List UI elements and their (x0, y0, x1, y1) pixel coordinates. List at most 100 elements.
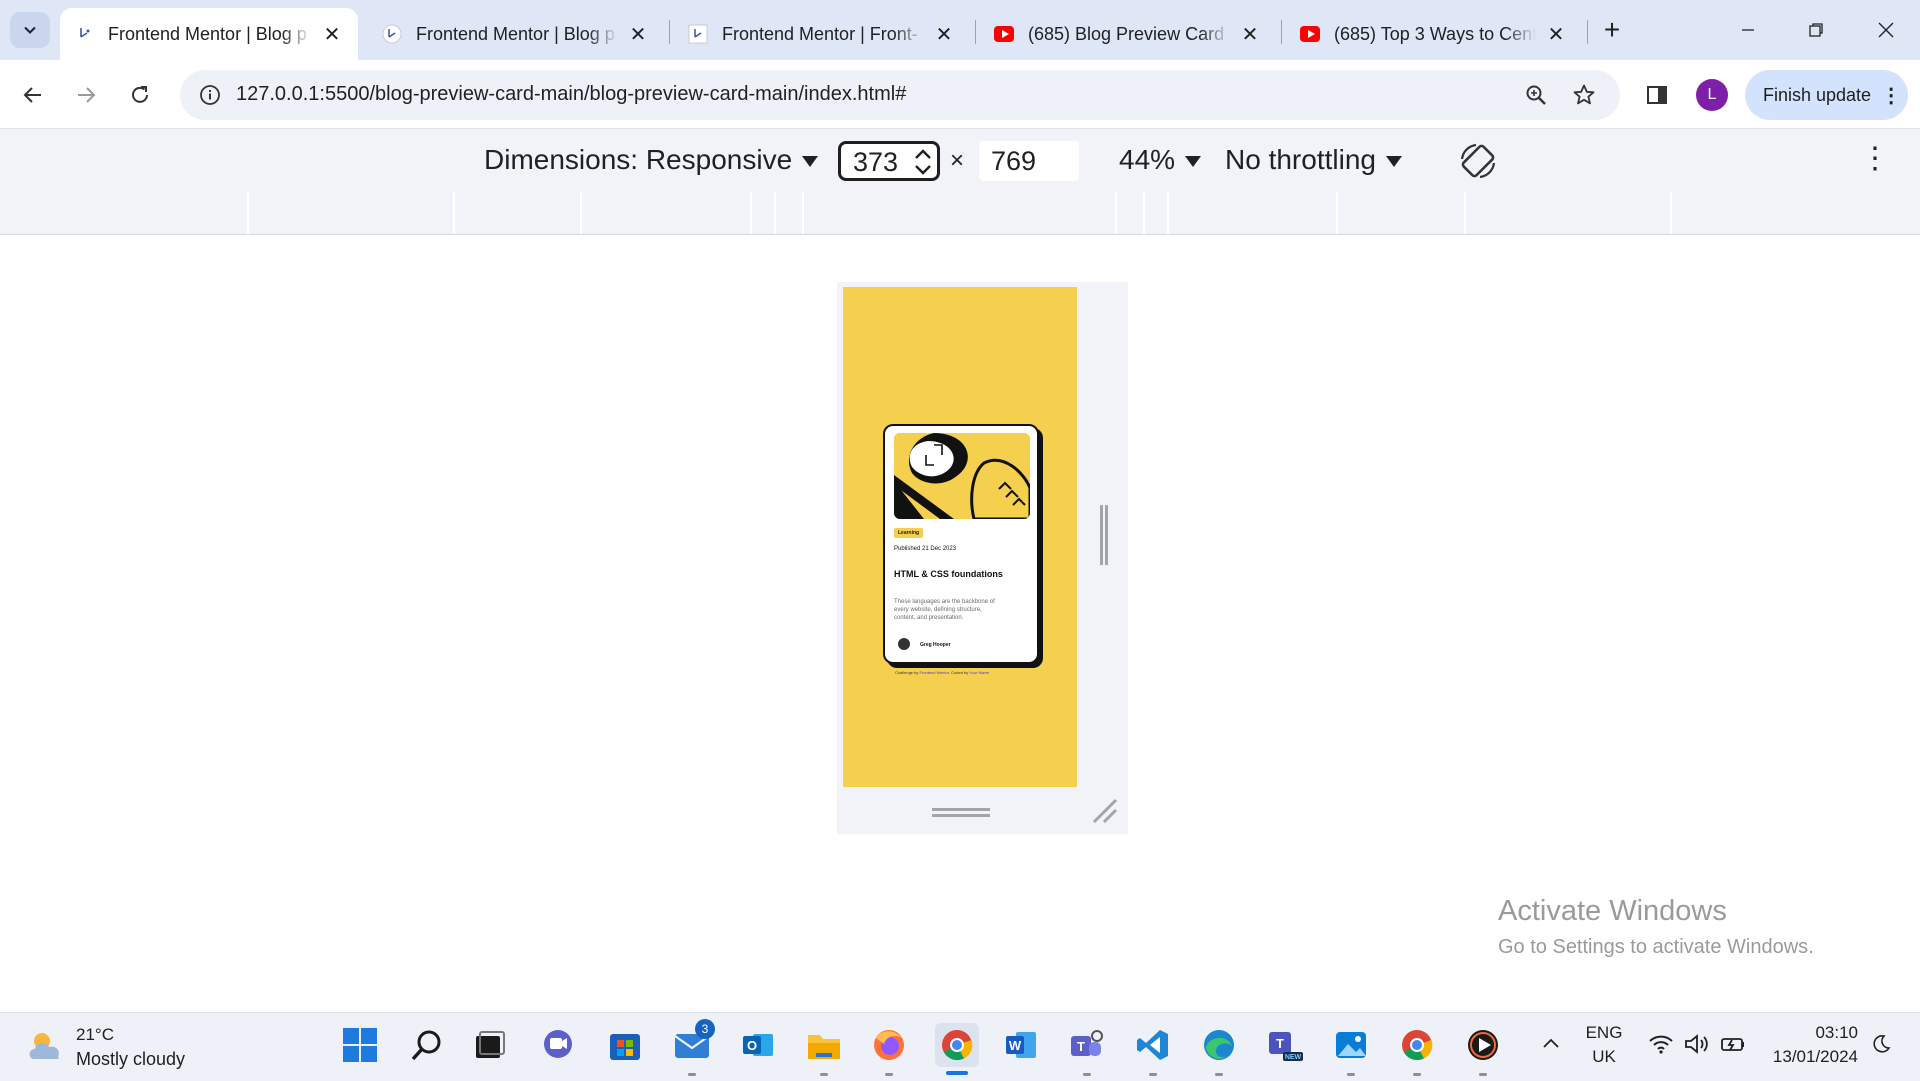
bookmark-star-icon[interactable] (1570, 81, 1598, 109)
tab-search-button[interactable] (10, 12, 50, 48)
forward-button[interactable] (67, 76, 105, 114)
task-view-icon[interactable] (470, 1025, 510, 1065)
file-explorer-icon[interactable] (804, 1025, 844, 1065)
media-query-marker (1670, 192, 1672, 234)
teams-icon[interactable]: T (1067, 1025, 1107, 1065)
back-button[interactable] (14, 76, 52, 114)
new-tab-button[interactable]: + (1582, 8, 1642, 52)
tab-strip: Frontend Mentor | Blog p ✕ Frontend Ment… (0, 0, 1920, 60)
tab-separator (669, 20, 670, 44)
restore-button[interactable] (1786, 8, 1846, 52)
photos-icon[interactable] (1331, 1025, 1371, 1065)
resize-handle-corner[interactable] (1090, 796, 1118, 824)
tab-separator (975, 20, 976, 44)
tab-4[interactable]: (685) Blog Preview Card | ✕ (980, 8, 1276, 60)
media-query-marker (1115, 192, 1117, 234)
word-icon[interactable]: W (1001, 1025, 1041, 1065)
tab-2[interactable]: Frontend Mentor | Blog p ✕ (368, 8, 664, 60)
frontend-mentor-icon (382, 24, 402, 44)
windows-start-icon[interactable] (340, 1025, 380, 1065)
wifi-icon[interactable] (1648, 1033, 1674, 1060)
reload-button[interactable] (121, 76, 159, 114)
chat-icon[interactable] (538, 1025, 578, 1065)
tab-5[interactable]: (685) Top 3 Ways to Cent ✕ (1286, 8, 1582, 60)
media-query-marker (750, 192, 752, 234)
battery-icon[interactable] (1720, 1033, 1746, 1060)
running-indicator (1083, 1073, 1091, 1076)
clock-date[interactable]: 13/01/2024 (1758, 1047, 1858, 1067)
close-tab-icon[interactable]: ✕ (626, 22, 650, 46)
dimensions-label: Dimensions: Responsive (484, 144, 793, 175)
media-query-marker (774, 192, 776, 234)
media-player-icon[interactable] (1463, 1025, 1503, 1065)
resize-handle-bottom[interactable] (932, 806, 990, 818)
media-query-bar[interactable] (0, 192, 1920, 235)
firefox-icon[interactable] (869, 1025, 909, 1065)
chrome-icon[interactable] (935, 1023, 979, 1067)
chevron-up-icon[interactable] (1540, 1033, 1562, 1060)
profile-avatar[interactable]: L (1696, 79, 1728, 111)
tab-title: Frontend Mentor | Front- (722, 23, 918, 44)
frontend-mentor-link[interactable]: Frontend Mentor (919, 670, 948, 675)
outlook-icon[interactable]: O (738, 1025, 778, 1065)
blog-preview-card: Learning Published 21 Dec 2023 HTML & CS… (883, 424, 1039, 664)
tab-separator (1281, 20, 1282, 44)
weather-cloud-icon[interactable] (26, 1027, 66, 1065)
running-indicator (820, 1073, 828, 1076)
card-title[interactable]: HTML & CSS foundations (894, 569, 1003, 579)
side-panel-icon (1647, 86, 1667, 104)
volume-icon[interactable] (1684, 1033, 1710, 1060)
edge-icon[interactable] (1199, 1025, 1239, 1065)
site-info-icon[interactable] (196, 81, 224, 109)
search-icon[interactable] (407, 1025, 447, 1065)
close-icon (1878, 22, 1894, 38)
finish-update-button[interactable]: Finish update ⋮ (1745, 70, 1908, 120)
arrow-right-icon (78, 87, 96, 103)
url-text[interactable]: 127.0.0.1:5500/blog-preview-card-main/bl… (236, 83, 906, 106)
chrome-icon[interactable] (1397, 1025, 1437, 1065)
close-tab-icon[interactable]: ✕ (1238, 22, 1262, 46)
browser-toolbar: 127.0.0.1:5500/blog-preview-card-main/bl… (0, 60, 1920, 128)
running-indicator (1479, 1073, 1487, 1076)
close-tab-icon[interactable]: ✕ (1544, 22, 1568, 46)
rotate-button[interactable] (1456, 139, 1500, 188)
height-input[interactable]: 769 (979, 141, 1079, 181)
device-toolbar: Dimensions: Responsive 373 × 769 44% No … (0, 128, 1920, 193)
close-tab-icon[interactable]: ✕ (932, 22, 956, 46)
throttling-dropdown[interactable]: No throttling (1225, 144, 1402, 176)
running-indicator (885, 1073, 893, 1076)
category-tag: Learning (894, 528, 924, 538)
width-input[interactable]: 373 (838, 141, 940, 181)
zoom-icon[interactable] (1522, 81, 1550, 109)
author-link[interactable]: Your Name (969, 670, 989, 675)
weather-description: Mostly cloudy (76, 1049, 186, 1069)
clock-time[interactable]: 03:10 (1758, 1023, 1858, 1043)
minimize-button[interactable] (1718, 8, 1778, 52)
more-options-icon[interactable]: ⋮ (1860, 141, 1890, 181)
close-tab-icon[interactable]: ✕ (320, 22, 344, 46)
tab-3[interactable]: Frontend Mentor | Front- ✕ (674, 8, 970, 60)
more-vertical-icon: ⋮ (1881, 84, 1902, 107)
language-bottom[interactable]: UK (1578, 1047, 1630, 1067)
attribution-prefix: Challenge by (895, 670, 919, 675)
teams-new-icon[interactable]: T NEW (1265, 1025, 1305, 1065)
vscode-icon[interactable] (1133, 1025, 1173, 1065)
zoom-dropdown[interactable]: 44% (1119, 144, 1202, 176)
running-indicator (1413, 1073, 1421, 1076)
spinner-icon[interactable] (911, 146, 935, 178)
youtube-icon (1300, 24, 1320, 44)
address-bar[interactable]: 127.0.0.1:5500/blog-preview-card-main/bl… (180, 70, 1620, 120)
side-panel-button[interactable] (1638, 76, 1676, 114)
tab-title: (685) Top 3 Ways to Cent (1334, 23, 1536, 44)
language-top[interactable]: ENG (1578, 1023, 1630, 1043)
close-window-button[interactable] (1856, 8, 1916, 52)
microsoft-store-icon[interactable] (605, 1025, 645, 1065)
tab-1[interactable]: Frontend Mentor | Blog p ✕ (60, 8, 358, 60)
finish-update-label: Finish update (1763, 84, 1872, 105)
attribution: Challenge by Frontend Mentor. Coded by Y… (895, 670, 989, 675)
dimensions-dropdown[interactable]: Dimensions: Responsive (484, 144, 819, 176)
media-query-marker (453, 192, 455, 234)
do-not-disturb-icon[interactable] (1870, 1033, 1892, 1060)
height-value: 769 (991, 146, 1037, 176)
resize-handle-right[interactable] (1100, 505, 1108, 565)
